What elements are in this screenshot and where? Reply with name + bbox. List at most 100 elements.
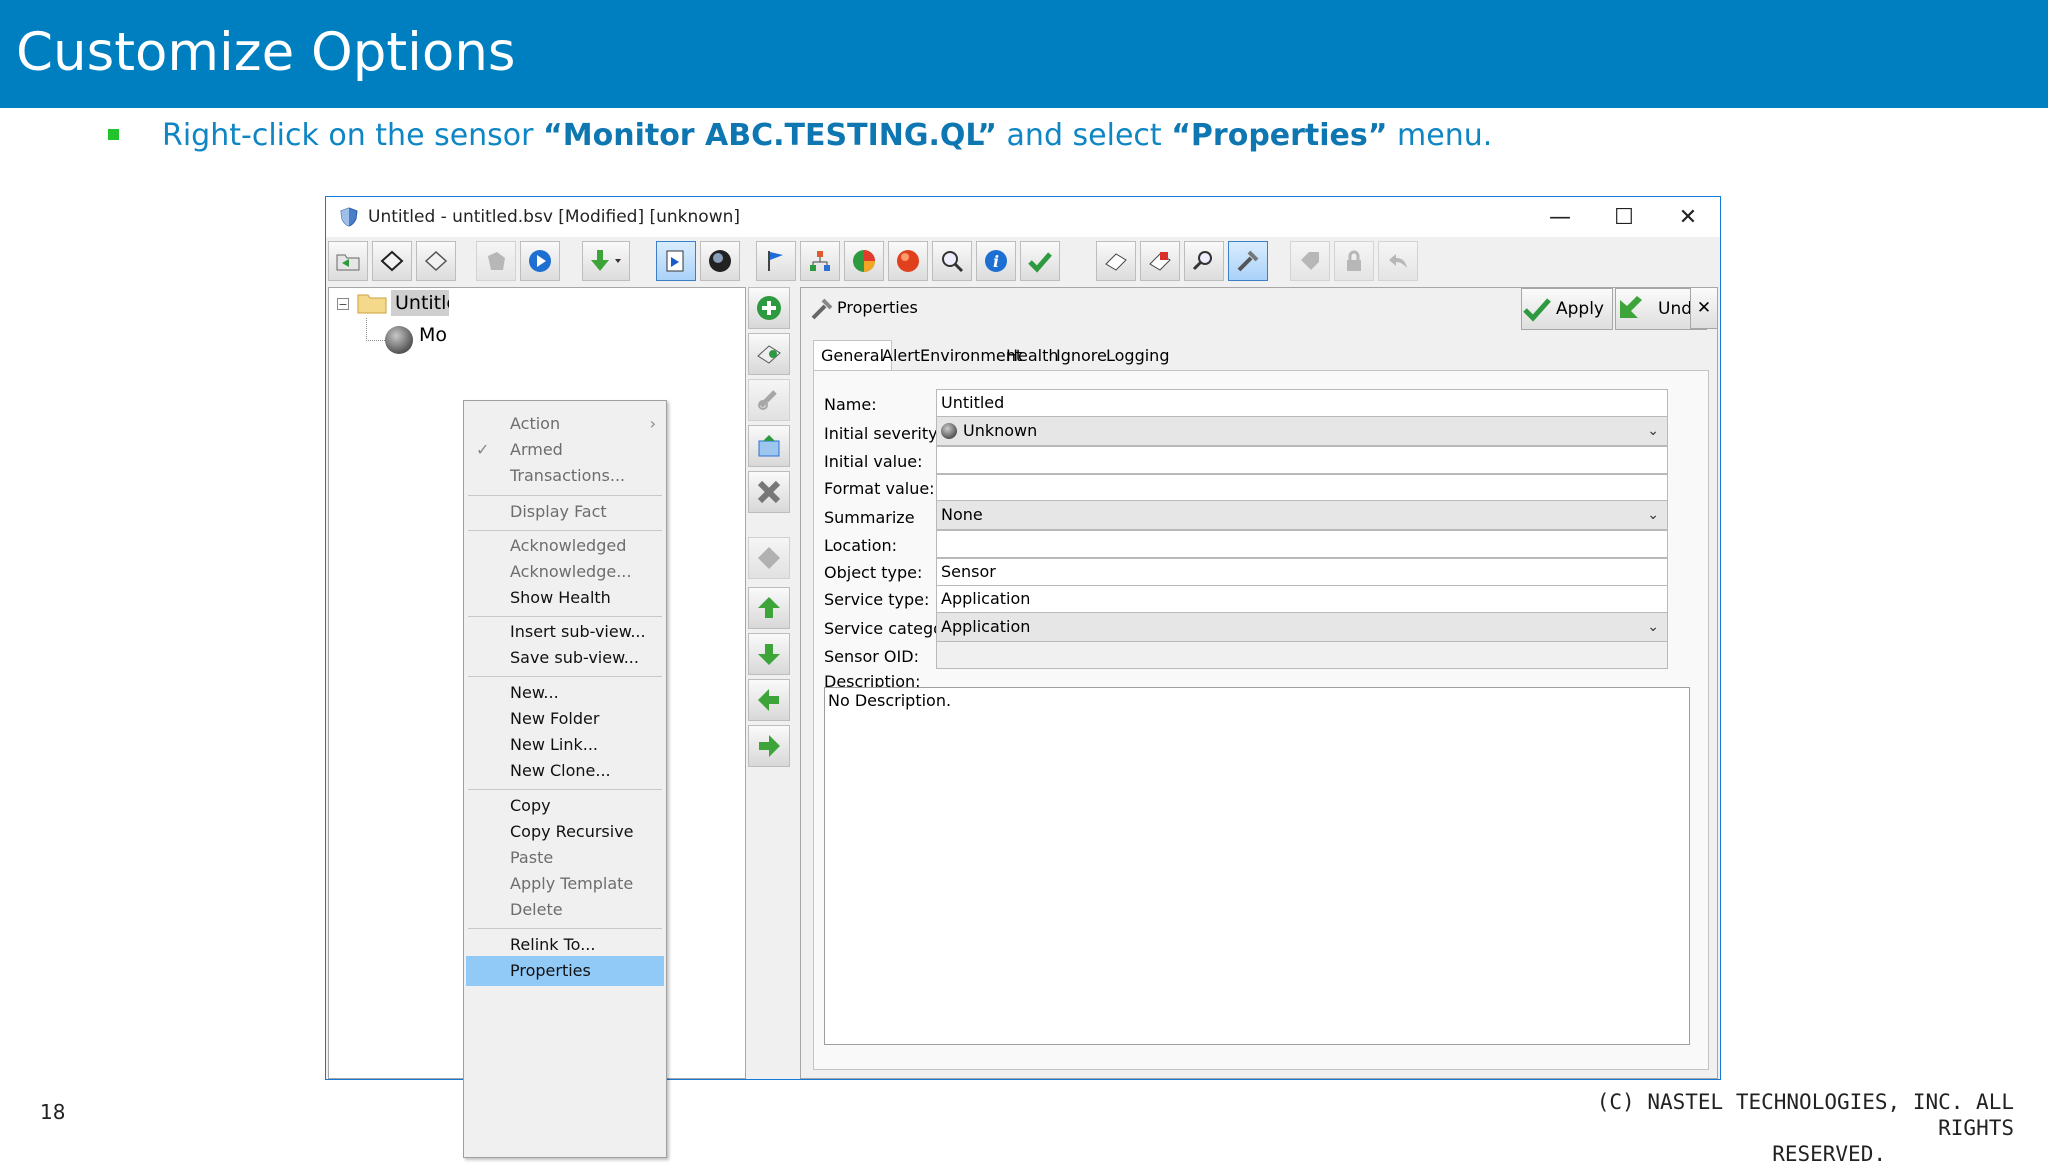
summarize-select[interactable]: None ⌄ (936, 500, 1668, 530)
window-titlebar: Untitled - untitled.bsv [Modified] [unkn… (326, 197, 1720, 237)
bullet-marker (108, 129, 119, 140)
globe-icon[interactable] (700, 241, 740, 281)
object-type-label: Object type: (824, 563, 923, 582)
link-add-icon[interactable] (748, 333, 790, 375)
flag-icon[interactable] (756, 241, 796, 281)
arrow-right-icon[interactable] (748, 725, 790, 767)
chevron-down-icon: ⌄ (1647, 619, 1659, 635)
severity-ball-icon (941, 423, 957, 439)
properties-title: Properties (837, 298, 918, 317)
delete-x-icon[interactable] (748, 471, 790, 513)
maximize-button[interactable]: ☐ (1592, 197, 1656, 237)
find-icon[interactable] (1184, 241, 1224, 281)
menu-separator (468, 495, 662, 496)
slide-header: Customize Options (0, 0, 2048, 108)
arrow-down-icon[interactable] (748, 633, 790, 675)
tree-panel: − Untitled Monitor ABC.TESTING.QL Action… (328, 287, 746, 1158)
close-properties-button[interactable]: ✕ (1690, 287, 1718, 329)
tab-logging[interactable]: Logging (1099, 342, 1176, 370)
copyright-line: (C) NASTEL TECHNOLOGIES, INC. ALL RIGHTS (1596, 1090, 2014, 1140)
play-icon[interactable] (520, 241, 560, 281)
menu-item-save-sub-view[interactable]: Save sub-view... (466, 643, 664, 673)
summarize-label: Summarize (824, 508, 915, 527)
calendar-icon[interactable] (1140, 241, 1180, 281)
close-window-button[interactable]: ✕ (1656, 197, 1720, 237)
window-icon[interactable] (748, 425, 790, 467)
menu-item-transactions[interactable]: Transactions... (466, 461, 664, 491)
svg-text:i: i (993, 252, 999, 271)
tree-icon[interactable] (800, 241, 840, 281)
book-icon[interactable] (1096, 241, 1136, 281)
alert-ball-icon[interactable] (888, 241, 928, 281)
menu-item-delete[interactable]: Delete (466, 895, 664, 925)
minimize-button[interactable]: — (1528, 197, 1592, 237)
undo-arrow-icon[interactable] (1378, 241, 1418, 281)
window-title: Untitled - untitled.bsv [Modified] [unkn… (368, 207, 740, 227)
unlink-icon[interactable] (476, 241, 516, 281)
severity-select[interactable]: Unknown ⌄ (936, 416, 1668, 446)
undo-arrow-green-icon (1620, 296, 1642, 318)
copyright-notice: (C) NASTEL TECHNOLOGIES, INC. ALL RIGHTS… (1560, 1089, 2014, 1167)
pie-icon[interactable] (844, 241, 884, 281)
menu-item-label: Action (510, 414, 561, 433)
location-label: Location: (824, 536, 898, 555)
instruction-part: menu. (1387, 118, 1493, 153)
location-input[interactable] (936, 530, 1668, 558)
service-category-select[interactable]: Application ⌄ (936, 612, 1668, 642)
name-input[interactable]: Untitled (936, 389, 1668, 417)
severity-value: Unknown (963, 421, 1038, 440)
menu-name-emphasis: “Properties” (1171, 118, 1388, 153)
copyright-line: RESERVED. (1772, 1142, 1886, 1166)
arrow-up-icon[interactable] (748, 587, 790, 629)
lock-icon[interactable] (1334, 241, 1374, 281)
save-as-icon[interactable] (416, 241, 456, 281)
tree-sensor-node[interactable]: Monitor ABC.TESTING.QL (419, 324, 447, 346)
app-window: Untitled - untitled.bsv [Modified] [unkn… (325, 196, 1721, 1158)
chevron-down-icon: ⌄ (1647, 507, 1659, 523)
service-type-label: Service type: (824, 590, 930, 609)
app-shield-icon (340, 207, 358, 227)
select-icon[interactable] (656, 241, 696, 281)
tree-connector (366, 318, 385, 341)
chain-icon[interactable] (748, 379, 790, 421)
tag-icon[interactable] (1290, 241, 1330, 281)
sensor-oid-label: Sensor OID: (824, 647, 919, 666)
diamond-icon[interactable] (748, 537, 790, 579)
tools-icon[interactable] (1228, 241, 1268, 281)
menu-separator (468, 676, 662, 677)
menu-separator (468, 789, 662, 790)
menu-separator (468, 928, 662, 929)
sensor-oid-input[interactable] (936, 641, 1668, 669)
name-label: Name: (824, 395, 877, 414)
main-toolbar: i (326, 237, 1720, 283)
chevron-down-icon: ⌄ (1647, 423, 1659, 439)
tree-collapse-toggle[interactable]: − (337, 298, 349, 310)
page-number: 18 (40, 1100, 66, 1124)
apply-check-icon (1523, 298, 1551, 322)
arrow-left-icon[interactable] (748, 679, 790, 721)
tree-root-node[interactable]: Untitled (391, 290, 449, 316)
save-icon[interactable] (372, 241, 412, 281)
checkmark-icon[interactable] (1020, 241, 1060, 281)
format-value-input[interactable] (936, 474, 1668, 502)
search-icon[interactable] (932, 241, 972, 281)
download-icon[interactable] (582, 241, 630, 281)
sensor-name-emphasis: “Monitor ABC.TESTING.QL” (543, 118, 998, 153)
info-icon[interactable]: i (976, 241, 1016, 281)
object-type-input[interactable]: Sensor (936, 558, 1668, 586)
add-icon[interactable] (748, 287, 790, 329)
description-textarea[interactable]: No Description. (824, 687, 1690, 1045)
menu-item-display-fact[interactable]: Display Fact (466, 497, 664, 527)
severity-label: Initial severity: (824, 424, 942, 443)
menu-item-show-health[interactable]: Show Health (466, 583, 664, 613)
open-icon[interactable] (328, 241, 368, 281)
general-tab-page: Name: Untitled Initial severity: Unknown… (813, 370, 1709, 1070)
service-category-value: Application (941, 617, 1031, 636)
properties-panel: Properties Apply Undo General Alert Envi… (800, 287, 1718, 1079)
menu-item-properties[interactable]: Properties (466, 956, 664, 986)
initial-value-input[interactable] (936, 446, 1668, 474)
menu-item-new-clone[interactable]: New Clone... (466, 756, 664, 786)
service-type-input[interactable]: Application (936, 585, 1668, 613)
sensor-icon (385, 326, 413, 354)
apply-button[interactable]: Apply (1521, 288, 1613, 330)
